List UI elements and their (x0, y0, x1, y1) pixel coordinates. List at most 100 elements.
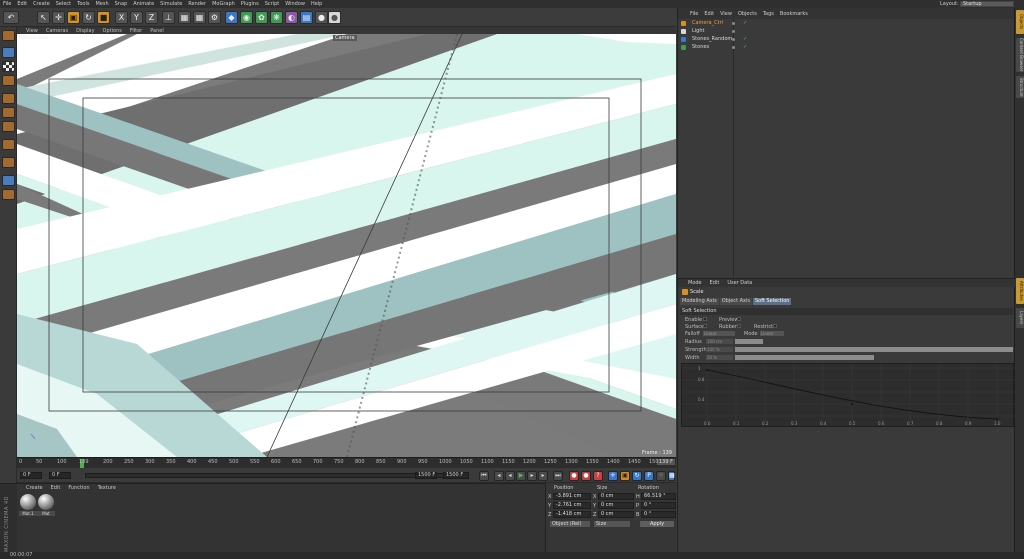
object-menu-item-5[interactable]: Bookmarks (777, 11, 811, 17)
tweak-mode-icon[interactable] (2, 157, 15, 168)
material-menu-item-2[interactable]: Function (64, 485, 93, 491)
make-editable-icon[interactable] (2, 30, 15, 41)
apply-button[interactable]: Apply (640, 521, 674, 527)
viewport-menu-item-3[interactable]: Options (99, 28, 126, 34)
position-field[interactable]: -3.891 cm (553, 493, 591, 500)
menu-item-1[interactable]: Edit (14, 1, 30, 7)
move-icon[interactable]: ✛ (52, 11, 65, 24)
menu-item-3[interactable]: Select (53, 1, 74, 7)
workplane-lock-icon[interactable] (2, 189, 15, 200)
right-tab-4[interactable]: Layers (1016, 308, 1024, 328)
rotation-field[interactable]: 66.519 ° (641, 493, 676, 500)
position-field[interactable]: -1.418 cm (553, 511, 591, 518)
scale-key-icon[interactable]: ▣ (620, 471, 630, 481)
object-row[interactable]: Stones ✓ (680, 44, 1013, 51)
rotation-key-icon[interactable]: ↻ (632, 471, 642, 481)
perspective-viewport[interactable]: ✳ Perspective Camera Frame : 139 (17, 34, 676, 457)
size-mode-select[interactable]: Size (594, 521, 630, 527)
preview-range-slider[interactable] (85, 473, 455, 478)
surface-checkbox[interactable] (703, 324, 707, 328)
polygons-mode-icon[interactable] (2, 121, 15, 132)
visibility-dot-icon[interactable] (732, 30, 735, 33)
object-menu-item-3[interactable]: Objects (735, 11, 760, 17)
menu-item-2[interactable]: Create (30, 1, 53, 7)
object-name[interactable]: Light (692, 28, 704, 35)
render-view-icon[interactable]: ▦ (178, 11, 191, 24)
attribute-tab-1[interactable]: Object Axis (719, 298, 752, 305)
recent-tool-icon[interactable]: ■ (97, 11, 110, 24)
material-name-2[interactable]: Mat (37, 511, 55, 516)
timeline-ruler[interactable]: 139 F 0 50 100 139 200 250 300 350 400 450 500 550 6… (17, 457, 676, 468)
mode-dropdown[interactable]: Linear (760, 331, 784, 336)
next-frame-icon[interactable]: ▸ (527, 471, 537, 481)
menu-item-14[interactable]: Help (308, 1, 325, 7)
strength-field[interactable]: 100 % (706, 347, 733, 352)
record-keys-icon[interactable]: ● (569, 471, 579, 481)
play-icon[interactable]: ▶ (516, 471, 526, 481)
scale-icon[interactable]: ▣ (67, 11, 80, 24)
attribute-tab-0[interactable]: Modeling Axis (680, 298, 719, 305)
attribute-menu-item-0[interactable]: Mode (684, 280, 706, 286)
material-menu-item-3[interactable]: Texture (94, 485, 120, 491)
camera-icon[interactable]: ● (315, 11, 328, 24)
menu-item-6[interactable]: Snap (112, 1, 131, 7)
enabled-check-icon[interactable]: ✓ (743, 45, 747, 50)
size-field[interactable]: 0 cm (598, 511, 634, 518)
rotate-icon[interactable]: ↻ (82, 11, 95, 24)
coordinate-system-icon[interactable]: ⊥ (162, 11, 175, 24)
live-selection-icon[interactable]: ↖ (37, 11, 50, 24)
object-name[interactable]: Camera_Ctrl (692, 20, 723, 27)
visibility-dot-icon[interactable] (732, 46, 735, 49)
viewport-menu-item-2[interactable]: Display (72, 28, 98, 34)
menu-item-0[interactable]: File (0, 1, 14, 7)
light-icon[interactable]: ● (328, 11, 341, 24)
point-level-key-icon[interactable]: ⁘ (656, 471, 666, 481)
y-axis-lock[interactable]: Y (130, 11, 143, 24)
end-frame-field[interactable]: 1500 F (443, 472, 469, 479)
render-picture-viewer-icon[interactable]: ▦ (193, 11, 206, 24)
array-icon[interactable]: ✿ (255, 11, 268, 24)
radius-slider[interactable] (735, 339, 763, 344)
menu-item-9[interactable]: Render (185, 1, 209, 7)
texture-mode-icon[interactable] (2, 61, 15, 72)
menu-item-7[interactable]: Animate (130, 1, 157, 7)
menu-item-8[interactable]: Simulate (157, 1, 185, 7)
rotation-field[interactable]: 0 ° (641, 502, 676, 509)
strength-slider[interactable] (735, 347, 1013, 352)
object-row[interactable]: Light (680, 28, 1013, 35)
attribute-menu-item-1[interactable]: Edit (706, 280, 724, 286)
viewport-menu-item-4[interactable]: Filter (126, 28, 146, 34)
radius-field[interactable]: 100 cm (706, 339, 733, 344)
prev-frame-icon[interactable]: ◂ (505, 471, 515, 481)
enabled-check-icon[interactable]: ✓ (743, 37, 747, 42)
material-preview-2[interactable] (38, 494, 54, 510)
viewport-menu-item-0[interactable]: View (22, 28, 42, 34)
width-slider[interactable] (735, 355, 874, 360)
object-name[interactable]: Stones_Random (692, 36, 732, 43)
enable-checkbox[interactable] (703, 317, 707, 321)
x-axis-lock[interactable]: X (115, 11, 128, 24)
right-tab-1[interactable]: Content Browser (1016, 38, 1024, 72)
z-axis-lock[interactable]: Z (145, 11, 158, 24)
deformer-icon[interactable]: ◐ (285, 11, 298, 24)
material-menu-item-1[interactable]: Edit (47, 485, 65, 491)
viewport-menu-item-5[interactable]: Panel (146, 28, 168, 34)
right-tab-0[interactable]: Objects (1016, 10, 1024, 34)
viewport-menu-item-1[interactable]: Cameras (42, 28, 72, 34)
timeline-layout-icon[interactable]: ▦ (668, 471, 675, 481)
attribute-tab-2[interactable]: Soft Selection (752, 298, 792, 305)
position-field[interactable]: -2.761 cm (553, 502, 591, 509)
object-name[interactable]: Stones (692, 44, 709, 51)
axis-mode-icon[interactable] (2, 139, 15, 150)
autokeying-icon[interactable]: ● (581, 471, 591, 481)
object-row[interactable]: Camera_Ctrl ✓ (680, 20, 1013, 27)
preview-checkbox[interactable] (737, 317, 741, 321)
material-menu-item-0[interactable]: Create (22, 485, 47, 491)
parameter-key-icon[interactable]: P (644, 471, 654, 481)
layout-select[interactable]: Startup (960, 1, 1014, 7)
points-mode-icon[interactable] (2, 93, 15, 104)
falloff-dropdown[interactable]: Linear (703, 331, 735, 336)
right-tab-2[interactable]: Structure (1016, 76, 1024, 98)
enabled-check-icon[interactable]: ✓ (743, 21, 747, 26)
position-key-icon[interactable]: ✛ (608, 471, 618, 481)
